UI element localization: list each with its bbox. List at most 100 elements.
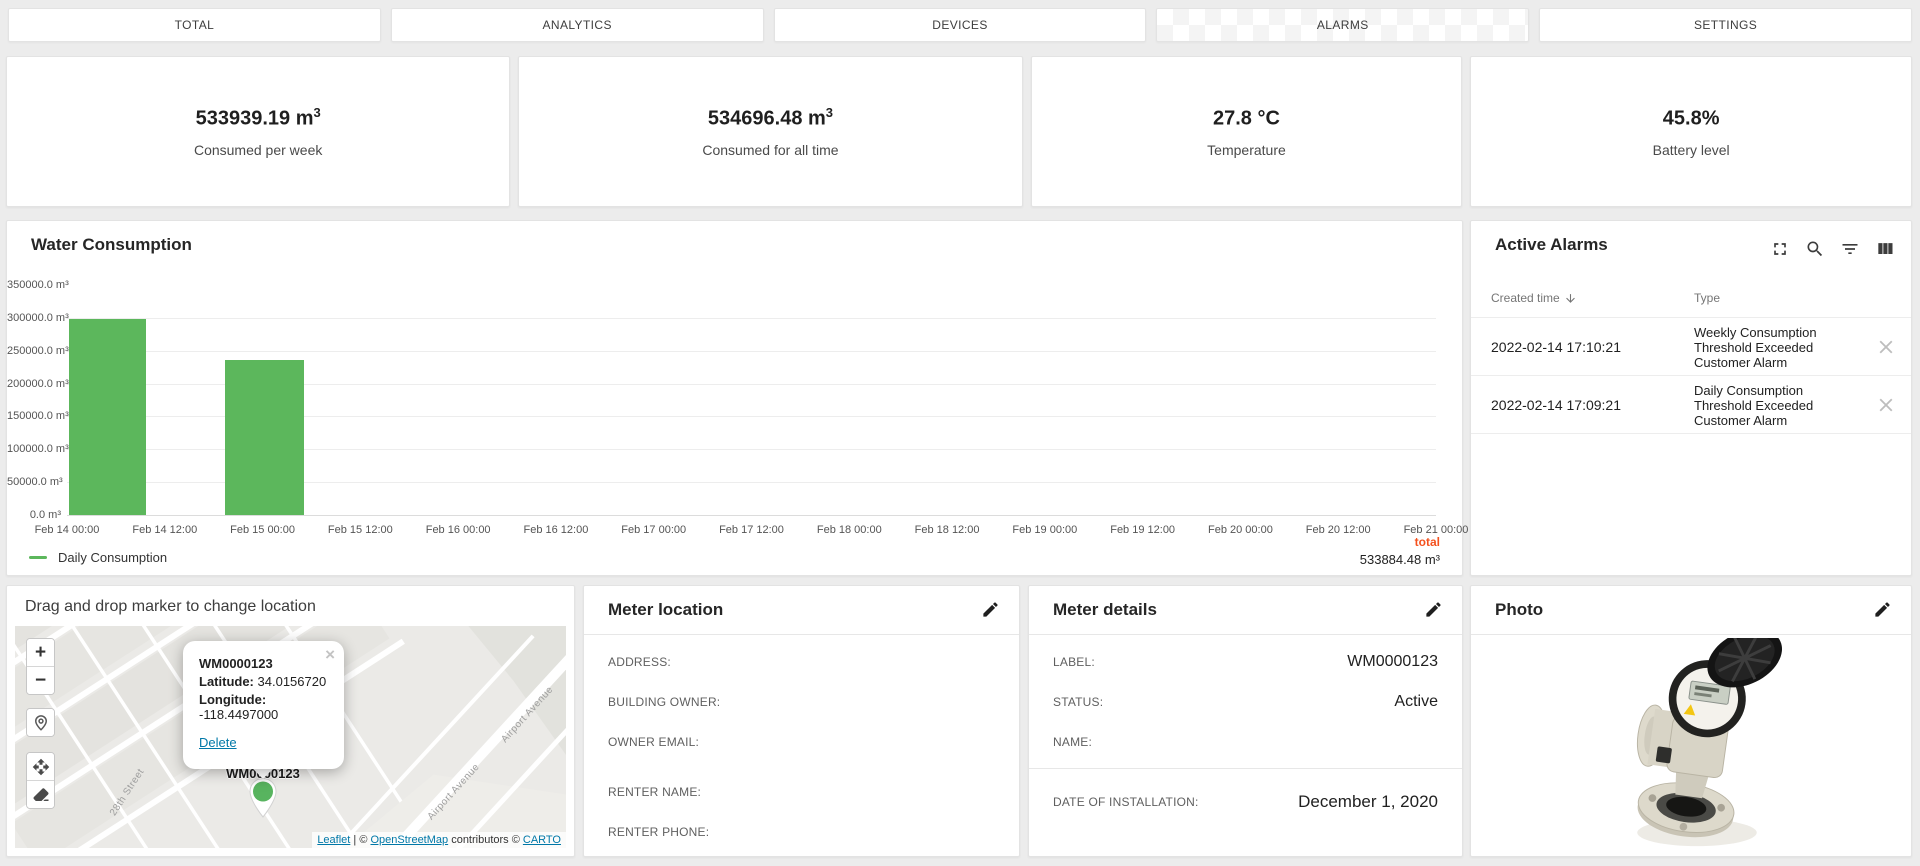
meter-location-fields: ADDRESS: BUILDING OWNER: OWNER EMAIL: RE… (608, 642, 995, 852)
consumed-per-week-value: 533939.19 m3 (196, 105, 321, 131)
leaflet-link[interactable]: Leaflet (317, 834, 350, 846)
chart-total-label: total (1360, 535, 1440, 549)
tab-analytics[interactable]: ANALYTICS (391, 8, 764, 42)
alarm-created-time: 2022-02-14 17:10:21 (1491, 339, 1621, 355)
chart-total-aggregation: total 533884.48 m³ (1360, 535, 1440, 567)
move-icon (32, 758, 50, 776)
x-axis-tick-label: Feb 18 12:00 (915, 524, 980, 536)
close-icon (1875, 336, 1897, 358)
y-axis-tick-label: 100000.0 m³ (7, 443, 61, 455)
fullscreen-icon[interactable] (1770, 239, 1790, 259)
x-axis-tick-label: Feb 19 12:00 (1110, 524, 1175, 536)
gridline (67, 515, 1436, 516)
meter-details-fields: LABEL:WM0000123 STATUS:Active NAME: (1053, 642, 1438, 762)
popup-latitude: Latitude: 34.0156720 (199, 674, 328, 689)
tab-alarms[interactable]: ALARMS (1156, 8, 1529, 42)
field-building-owner: BUILDING OWNER: (608, 682, 995, 722)
tab-total[interactable]: TOTAL (8, 8, 381, 42)
legend-label: Daily Consumption (58, 550, 167, 565)
water-metering-dashboard: TOTAL ANALYTICS DEVICES ALARMS SETTINGS … (0, 0, 1920, 866)
move-marker-button[interactable] (27, 753, 54, 780)
temperature-label: Temperature (1207, 142, 1286, 158)
edit-meter-location-button[interactable] (981, 600, 1001, 620)
carto-link[interactable]: CARTO (523, 834, 561, 846)
marker-pin-icon (247, 778, 279, 818)
edit-meter-details-button[interactable] (1424, 600, 1444, 620)
alarms-toolbar (1770, 239, 1895, 259)
map-zoom-controls: + − (26, 638, 55, 695)
divider (1029, 634, 1462, 635)
map-pin-icon (32, 714, 50, 732)
battery-level-value: 45.8% (1663, 105, 1720, 131)
column-created-time[interactable]: Created time (1491, 291, 1577, 305)
filter-icon[interactable] (1840, 239, 1860, 259)
gridline (67, 351, 1436, 352)
active-alarms-title: Active Alarms (1495, 235, 1608, 255)
consumed-all-time-value: 534696.48 m3 (708, 105, 833, 131)
popup-close-icon[interactable]: × (325, 645, 335, 665)
created-time-label: Created time (1491, 291, 1560, 305)
pencil-icon (1424, 600, 1443, 619)
erase-marker-button[interactable] (27, 780, 54, 808)
meter-details-panel: Meter details LABEL:WM0000123 STATUS:Act… (1028, 585, 1463, 857)
stat-card-consumed-per-week: 533939.19 m3 Consumed per week (6, 56, 510, 207)
consumption-bar (225, 360, 304, 515)
water-consumption-chart[interactable]: 0.0 m³50000.0 m³100000.0 m³150000.0 m³20… (7, 285, 1436, 541)
map-edit-controls (26, 752, 55, 809)
alarm-row: 2022-02-14 17:10:21 Weekly Consumption T… (1471, 318, 1911, 376)
alarm-row: 2022-02-14 17:09:21 Daily Consumption Th… (1471, 376, 1911, 434)
delete-marker-link[interactable]: Delete (199, 735, 237, 750)
legend-color-swatch (29, 556, 47, 559)
x-axis-tick-label: Feb 15 12:00 (328, 524, 393, 536)
x-axis-tick-label: Feb 17 00:00 (621, 524, 686, 536)
pencil-icon (1873, 600, 1892, 619)
popup-device-title: WM0000123 (199, 656, 328, 671)
meter-location-title: Meter location (608, 600, 723, 620)
search-icon[interactable] (1805, 239, 1825, 259)
meter-location-panel: Meter location ADDRESS: BUILDING OWNER: … (583, 585, 1020, 857)
leaflet-map[interactable]: 28th Street Airport Avenue Airport Avenu… (15, 626, 566, 848)
edit-photo-button[interactable] (1873, 600, 1893, 620)
openstreetmap-link[interactable]: OpenStreetMap (370, 834, 448, 846)
photo-panel: Photo (1470, 585, 1912, 857)
device-marker[interactable] (247, 778, 279, 818)
temperature-value: 27.8 °C (1213, 105, 1280, 131)
zoom-out-button[interactable]: − (27, 666, 54, 694)
clear-alarm-button[interactable] (1875, 394, 1897, 416)
stat-cards-row: 533939.19 m3 Consumed per week 534696.48… (6, 56, 1912, 207)
tab-devices[interactable]: DEVICES (774, 8, 1147, 42)
map-panel-title: Drag and drop marker to change location (25, 598, 316, 616)
field-name: NAME: (1053, 722, 1438, 762)
photo-title: Photo (1495, 600, 1543, 620)
x-axis-tick-label: Feb 15 00:00 (230, 524, 295, 536)
stat-card-consumed-all-time: 534696.48 m3 Consumed for all time (518, 56, 1022, 207)
x-axis-tick-label: Feb 17 12:00 (719, 524, 784, 536)
field-date-of-installation: DATE OF INSTALLATION:December 1, 2020 (1053, 782, 1438, 822)
field-renter-name: RENTER NAME: (608, 772, 995, 812)
tab-settings[interactable]: SETTINGS (1539, 8, 1912, 42)
y-axis-tick-label: 0.0 m³ (7, 509, 61, 521)
chart-legend-daily-consumption[interactable]: Daily Consumption (29, 550, 167, 565)
field-address: ADDRESS: (608, 642, 995, 682)
stat-card-temperature: 27.8 °C Temperature (1031, 56, 1463, 207)
alarms-table-header: Created time Type (1471, 287, 1911, 317)
columns-icon[interactable] (1875, 239, 1895, 259)
x-axis-tick-label: Feb 16 12:00 (524, 524, 589, 536)
sort-desc-icon (1564, 292, 1577, 305)
zoom-in-button[interactable]: + (27, 639, 54, 666)
x-axis-tick-label: Feb 16 00:00 (426, 524, 491, 536)
chart-total-value: 533884.48 m³ (1360, 552, 1440, 567)
map-place-marker-control (26, 708, 55, 737)
divider (1471, 634, 1911, 635)
x-axis-tick-label: Feb 14 00:00 (35, 524, 100, 536)
field-renter-phone: RENTER PHONE: (608, 812, 995, 852)
divider (584, 634, 1019, 635)
y-axis-tick-label: 300000.0 m³ (7, 312, 61, 324)
x-axis-tick-label: Feb 14 12:00 (132, 524, 197, 536)
clear-alarm-button[interactable] (1875, 336, 1897, 358)
consumption-bar (69, 319, 146, 515)
alarm-type: Weekly Consumption Threshold Exceeded Cu… (1694, 325, 1854, 370)
gridline (67, 318, 1436, 319)
x-axis-tick-label: Feb 19 00:00 (1012, 524, 1077, 536)
place-marker-button[interactable] (27, 709, 54, 736)
